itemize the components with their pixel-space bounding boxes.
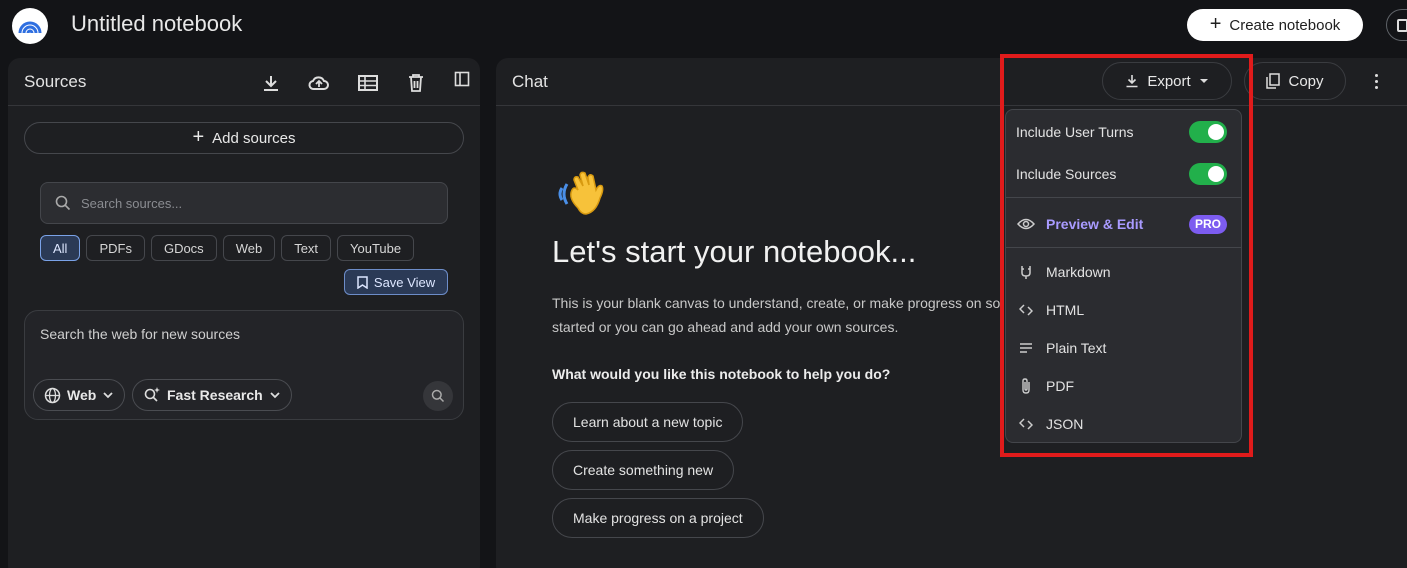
suggestion-learn-topic[interactable]: Learn about a new topic (552, 402, 744, 442)
create-notebook-label: Create notebook (1229, 16, 1341, 34)
suggestion-create-new[interactable]: Create something new (552, 450, 735, 490)
filter-gdocs[interactable]: GDocs (150, 235, 217, 261)
search-sources-input[interactable] (81, 195, 421, 211)
add-sources-label: Add sources (212, 129, 296, 147)
welcome-description-line-1: This is your blank canvas to understand,… (552, 295, 1001, 311)
waving-hand-icon (556, 168, 612, 225)
search-icon (431, 389, 445, 403)
search-sources-field[interactable] (40, 182, 448, 224)
web-search-submit-button[interactable] (423, 381, 453, 411)
web-dropdown-label: Web (67, 387, 97, 403)
app-logo[interactable] (12, 8, 48, 44)
download-icon[interactable] (260, 72, 282, 94)
save-view-button[interactable]: Save View (344, 269, 448, 295)
research-mode-dropdown[interactable]: Fast Research (132, 379, 292, 411)
filter-web[interactable]: Web (222, 235, 276, 261)
delete-icon[interactable] (405, 72, 427, 94)
sources-title: Sources (24, 72, 87, 91)
globe-icon (44, 387, 61, 403)
plus-icon: + (192, 125, 205, 148)
highlight-annotation-box (1000, 54, 1253, 457)
cloud-upload-icon[interactable] (308, 72, 330, 94)
share-button[interactable] (1386, 9, 1407, 41)
header-divider (496, 105, 1407, 106)
collapse-panel-icon[interactable] (451, 68, 473, 90)
filter-text[interactable]: Text (281, 235, 332, 261)
plus-icon: + (1209, 13, 1222, 35)
search-icon (55, 195, 71, 211)
table-icon[interactable] (357, 72, 379, 94)
more-options-icon[interactable] (1366, 70, 1386, 92)
welcome-headline: Let's start your notebook... (552, 234, 917, 269)
top-bar: Untitled notebook + Create notebook (0, 0, 1407, 50)
welcome-description-line-2: started or you can go ahead and add your… (552, 319, 899, 335)
chat-panel: Chat Export Copy Let's start your notebo… (496, 58, 1407, 568)
add-sources-button[interactable]: + Add sources (24, 122, 464, 154)
logo-icon (18, 21, 42, 34)
chevron-down-icon (103, 392, 113, 399)
chat-title: Chat (512, 72, 548, 91)
copy-icon (1266, 73, 1281, 89)
copy-icon (1397, 19, 1407, 32)
web-source-dropdown[interactable]: Web (33, 379, 126, 411)
web-search-hint: Search the web for new sources (40, 326, 240, 342)
chevron-down-icon (270, 392, 280, 399)
copy-label: Copy (1288, 72, 1324, 90)
welcome-description: This is your blank canvas to understand,… (552, 291, 1002, 339)
help-question: What would you like this notebook to hel… (552, 366, 891, 382)
sparkle-search-icon (144, 387, 160, 402)
filter-youtube[interactable]: YouTube (337, 235, 415, 261)
source-filters: All PDFs GDocs Web Text YouTube (40, 235, 415, 261)
save-view-label: Save View (373, 274, 436, 290)
filter-all[interactable]: All (40, 235, 81, 261)
header-divider (8, 105, 480, 106)
copy-button[interactable]: Copy (1244, 62, 1346, 100)
create-notebook-button[interactable]: + Create notebook (1187, 9, 1363, 41)
notebook-title[interactable]: Untitled notebook (71, 11, 242, 37)
suggestion-make-progress[interactable]: Make progress on a project (552, 498, 764, 538)
filter-pdfs[interactable]: PDFs (86, 235, 145, 261)
bookmark-icon (357, 275, 368, 289)
web-search-box[interactable]: Search the web for new sources Web Fast … (24, 310, 464, 420)
sources-panel: Sources + Add sources All PDFs GDocs Web… (8, 58, 480, 568)
research-mode-label: Fast Research (167, 387, 263, 403)
